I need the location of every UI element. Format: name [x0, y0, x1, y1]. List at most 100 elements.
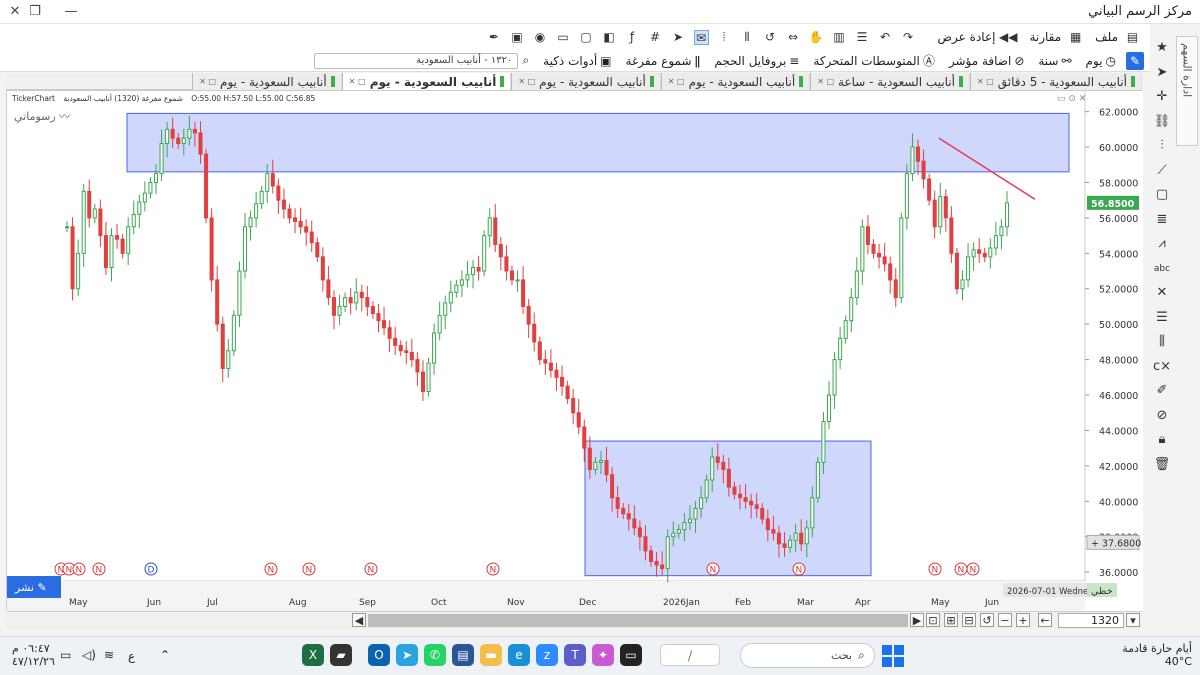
drawings-label[interactable]: 〰 رسوماتي: [14, 108, 70, 124]
tab-window-controls[interactable]: □ ✕: [668, 74, 685, 90]
trash-icon[interactable]: 🗑︎: [1150, 453, 1174, 478]
fib-icon[interactable]: ≣: [1150, 208, 1174, 233]
rectangle-icon[interactable]: ▢: [1150, 183, 1174, 208]
list-icon[interactable]: ☰: [855, 30, 870, 45]
candle-body: [482, 235, 487, 272]
volume-profile-button[interactable]: ≡ بروفايل الحجم: [714, 54, 799, 68]
close-window-button[interactable]: ✕: [6, 4, 24, 20]
hollow-candles-button[interactable]: ǁ شموع مفرغة: [626, 54, 701, 68]
bars-icon[interactable]: ⦀: [740, 30, 755, 45]
ruler-icon[interactable]: ▭: [556, 30, 571, 45]
scroll-left-button[interactable]: ◀: [352, 613, 366, 627]
copilot-icon[interactable]: ✦: [592, 644, 614, 666]
menu-compare[interactable]: ▦ مقارنة: [1029, 30, 1087, 45]
eye-icon[interactable]: ⊘: [1150, 404, 1174, 429]
tab-chart-0[interactable]: أنابيب السعودية - 5 دقائق □ ✕: [969, 73, 1142, 90]
range-year-button[interactable]: ⚯ سنة: [1038, 54, 1071, 68]
replay-icon[interactable]: ↺: [763, 30, 778, 45]
window-icon[interactable]: ▢: [579, 30, 594, 45]
menu-file[interactable]: ▤ ملف: [1095, 30, 1144, 45]
table-icon[interactable]: ▥: [832, 30, 847, 45]
moving-averages-button[interactable]: Ⓐ المتوسطات المتحركة: [813, 52, 935, 69]
zigzag-icon[interactable]: ⩘: [1150, 232, 1174, 257]
bars-count-input[interactable]: 1320: [1058, 613, 1124, 628]
zoom-out-icon[interactable]: −: [998, 613, 1012, 627]
measure-icon[interactable]: ⫼: [1150, 330, 1174, 355]
redo-icon[interactable]: ↷: [901, 30, 916, 45]
back-button[interactable]: ←: [1038, 613, 1052, 627]
box-icon[interactable]: ▣: [510, 30, 525, 45]
excel-icon[interactable]: X: [302, 644, 324, 666]
news-icon[interactable]: ▤: [452, 644, 474, 666]
draw-pencil-button[interactable]: ✎: [1126, 51, 1144, 70]
chart-scrollbar[interactable]: [368, 614, 908, 627]
tab-chart-2[interactable]: أنابيب السعودية - يوم □ ✕: [660, 73, 811, 90]
telegram-icon[interactable]: ➤: [396, 644, 418, 666]
trend-line-icon[interactable]: ⟋: [1150, 159, 1174, 184]
scroll-icon[interactable]: ⇔: [786, 30, 801, 45]
message-icon[interactable]: ✉: [693, 29, 709, 45]
tab-chart-4[interactable]: أنابيب السعودية - يوم □ ✕: [341, 73, 512, 90]
stock-management-panel-tab[interactable]: ادارة السهم: [1176, 36, 1198, 146]
tab-window-controls[interactable]: □ ✕: [349, 74, 366, 90]
zoom-area-button[interactable]: ⊟: [962, 613, 976, 627]
tab-window-controls[interactable]: □ ✕: [977, 74, 994, 90]
tab-window-controls[interactable]: □ ✕: [199, 74, 216, 90]
candle-body: [743, 497, 748, 502]
undo-icon[interactable]: ↶: [878, 30, 893, 45]
folder-icon[interactable]: ▬: [480, 644, 502, 666]
fx-icon[interactable]: ƒ: [625, 30, 640, 45]
outlook-icon[interactable]: O: [368, 644, 390, 666]
bars-dropdown-button[interactable]: ▾: [1126, 613, 1140, 627]
zoom-box-button[interactable]: ⊞: [944, 613, 958, 627]
pointer-icon[interactable]: ➤: [1150, 61, 1174, 86]
symbol-search-input[interactable]: ١٣٢٠ - أنابيب السعودية: [314, 52, 519, 69]
link-icon[interactable]: ⛓: [1150, 110, 1174, 135]
brush-icon[interactable]: ✐: [1150, 379, 1174, 404]
zoom-fit-button[interactable]: ⊡: [926, 613, 940, 627]
marker-icon[interactable]: ➤: [671, 30, 686, 45]
tab-status-mark: [1131, 76, 1135, 87]
candle-body: [960, 279, 965, 290]
text-icon[interactable]: abc: [1150, 257, 1174, 282]
tab-window-controls[interactable]: □ ✕: [518, 74, 535, 90]
chart-icon: ▤: [1126, 29, 1139, 44]
cross-icon[interactable]: c×: [1150, 355, 1174, 380]
scroll-right-button[interactable]: ▶: [910, 613, 924, 627]
ruler-icon[interactable]: ☰: [1150, 306, 1174, 331]
period-day-button[interactable]: ◷ يوم: [1086, 54, 1116, 68]
teams-icon[interactable]: T: [564, 644, 586, 666]
search-button[interactable]: ⌕: [522, 53, 529, 68]
tab-chart-3[interactable]: أنابيب السعودية - يوم □ ✕: [511, 73, 661, 90]
menu-replay[interactable]: ◀◀ إعادة عرض: [938, 30, 1022, 45]
zoom-reset-button[interactable]: ↺: [980, 613, 994, 627]
tab-chart-1[interactable]: أنابيب السعودية - ساعة □ ✕: [810, 73, 970, 90]
tab-chart-5[interactable]: أنابيب السعودية - يوم □ ✕: [192, 73, 342, 90]
vertical-line-icon[interactable]: ⫶: [1150, 134, 1174, 159]
whatsapp-icon[interactable]: ✆: [424, 644, 446, 666]
terminal-icon[interactable]: ▭: [620, 644, 642, 666]
star-icon[interactable]: ★: [1150, 36, 1174, 61]
hash-icon[interactable]: #: [648, 30, 663, 45]
add-indicator-button[interactable]: ⊘ اضافة مؤشر: [949, 54, 1025, 68]
chart-app2-icon[interactable]: ⧸: [660, 644, 720, 666]
lock-icon[interactable]: 🔒︎: [1150, 428, 1174, 453]
hand-icon[interactable]: ✋: [809, 30, 824, 45]
minimize-window-button[interactable]: —: [62, 4, 80, 20]
restore-window-button[interactable]: ❐: [26, 4, 44, 20]
crosshair-icon[interactable]: ✛: [1150, 85, 1174, 110]
edge-icon[interactable]: e: [508, 644, 530, 666]
layers-icon[interactable]: ◧: [602, 30, 617, 45]
price-chart[interactable]: 62.0000 60.0000 58.0000 56.0000 54.0000 52.00…: [7, 91, 1143, 611]
bars2-icon[interactable]: ⦙: [717, 30, 732, 45]
chart-app-icon[interactable]: ▰: [330, 644, 352, 666]
chart-panel[interactable]: 62.0000 60.0000 58.0000 56.0000 54.0000 52.00…: [6, 90, 1143, 611]
tab-window-controls[interactable]: □ ✕: [817, 74, 834, 90]
pen-icon[interactable]: ✒: [487, 30, 502, 45]
zoom-icon[interactable]: z: [536, 644, 558, 666]
camera-icon[interactable]: ◉: [533, 30, 548, 45]
pattern-icon[interactable]: ✕: [1150, 281, 1174, 306]
x-tick-label: Mar: [797, 598, 814, 608]
smart-tools-button[interactable]: ▣ أدوات ذكية: [543, 54, 611, 68]
zoom-in-icon[interactable]: +: [1016, 613, 1030, 627]
